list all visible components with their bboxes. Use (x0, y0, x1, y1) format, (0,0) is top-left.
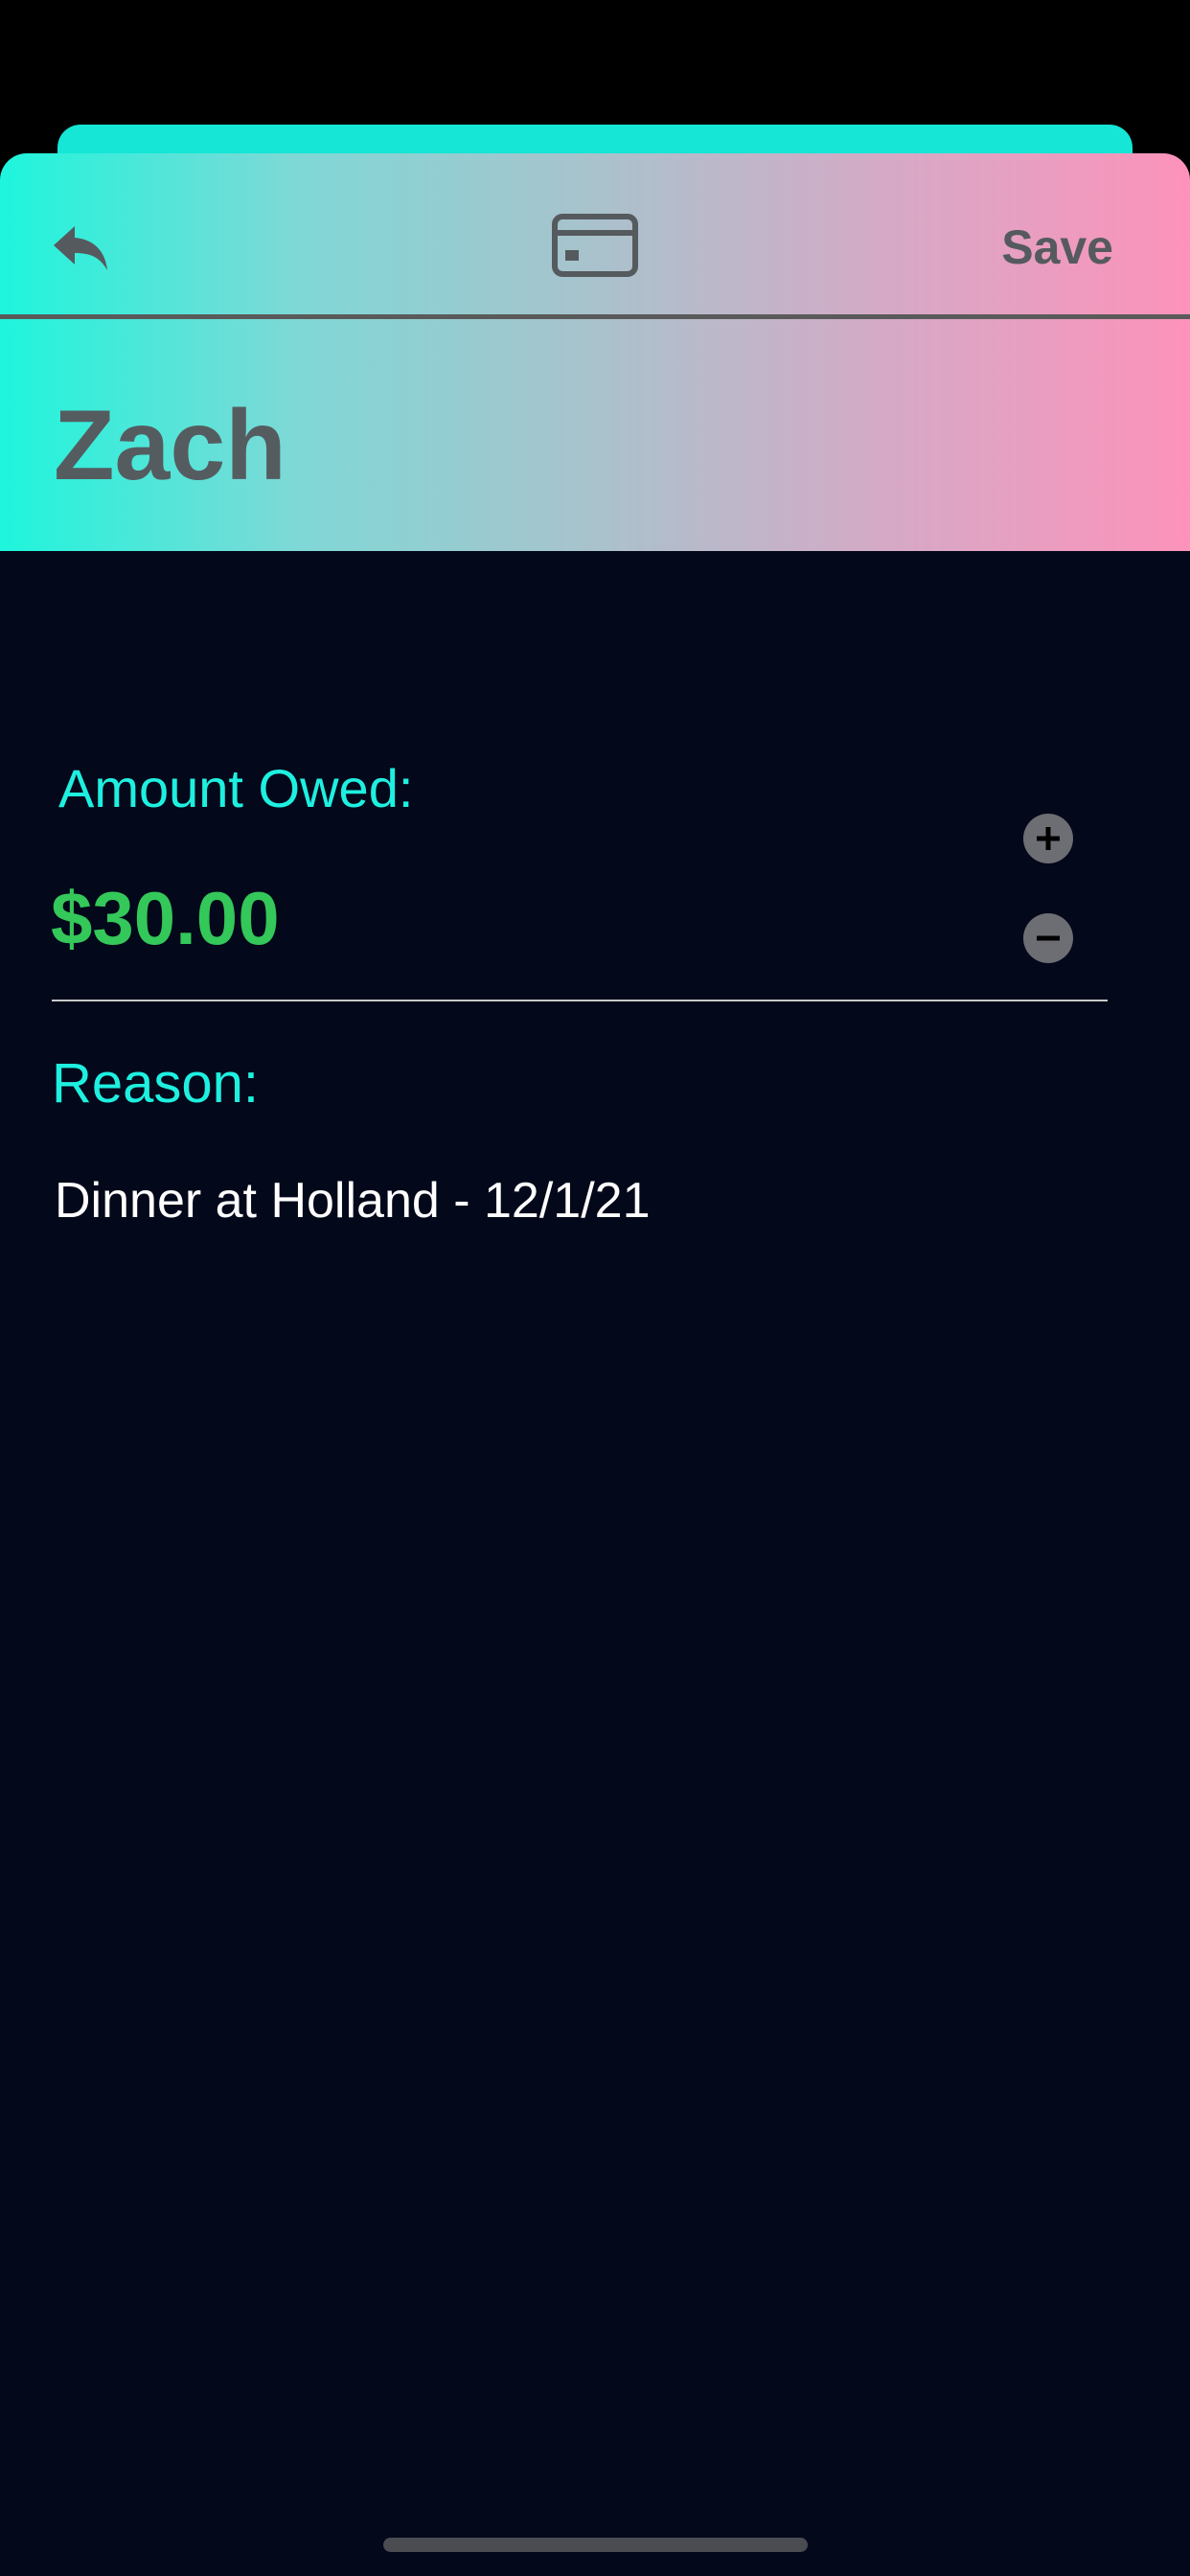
reason-label: Reason: (52, 1052, 260, 1115)
amount-label: Amount Owed: (58, 758, 414, 818)
reply-arrow-icon (54, 226, 107, 270)
card-button[interactable] (547, 207, 643, 284)
home-indicator (383, 2538, 808, 2552)
app-screen: Save Zach Amount Owed: $30.00 Reason: Di… (0, 0, 1190, 2576)
page-title: Zach (54, 390, 286, 501)
minus-circle-icon (1037, 935, 1060, 941)
credit-card-icon (552, 214, 638, 277)
amount-divider (52, 1000, 1108, 1001)
amount-value[interactable]: $30.00 (51, 881, 280, 955)
save-button[interactable]: Save (1001, 209, 1113, 286)
increment-button[interactable] (1023, 814, 1073, 863)
toolbar-divider (0, 314, 1190, 319)
toolbar: Save (0, 153, 1190, 318)
back-button[interactable] (42, 211, 119, 288)
decrement-button[interactable] (1023, 913, 1073, 963)
reason-field[interactable]: Dinner at Holland - 12/1/21 (55, 1176, 651, 1226)
header: Save Zach (0, 153, 1190, 551)
debt-detail-sheet: Save Zach Amount Owed: $30.00 Reason: Di… (0, 153, 1190, 2576)
plus-circle-icon (1037, 827, 1060, 850)
